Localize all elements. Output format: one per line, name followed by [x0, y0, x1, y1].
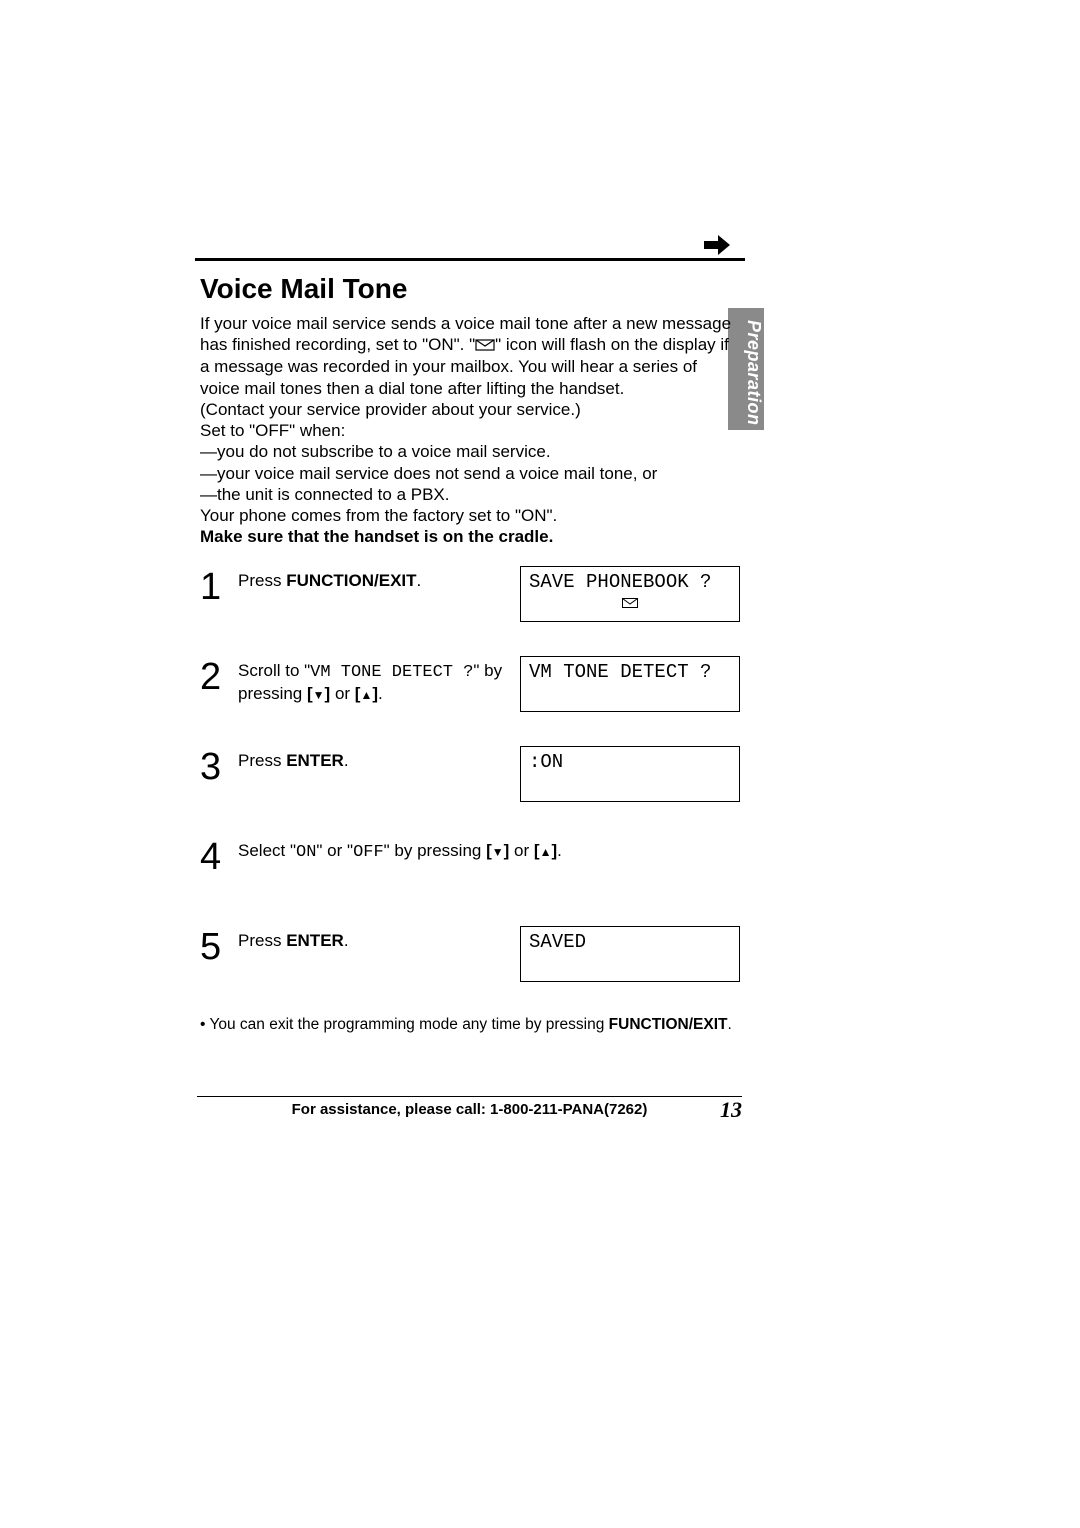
lcd-display: SAVE PHONEBOOK ? — [520, 566, 740, 622]
step-row: 3 Press ENTER. :ON — [200, 746, 740, 806]
step-keys: [▼] — [486, 841, 509, 860]
step-text: Press FUNCTION/EXIT. — [238, 566, 520, 591]
step-pre: Press — [238, 751, 286, 770]
step-post: . — [344, 751, 349, 770]
step-mono: VM TONE DETECT ? — [310, 663, 473, 682]
step-num: 2 — [200, 656, 238, 696]
mail-icon — [475, 335, 495, 356]
footer-rule — [197, 1096, 742, 1097]
step-num: 3 — [200, 746, 238, 786]
step-key: FUNCTION/EXIT — [286, 571, 416, 590]
step-pre: Press — [238, 931, 286, 950]
intro-p6: —the unit is connected to a PBX. — [200, 485, 449, 504]
step-num: 4 — [200, 836, 238, 876]
page-footer: For assistance, please call: 1-800-211-P… — [0, 1096, 1080, 1118]
intro-p5: —your voice mail service does not send a… — [200, 464, 657, 483]
step-row: 1 Press FUNCTION/EXIT. SAVE PHONEBOOK ? — [200, 566, 740, 626]
step-text: Press ENTER. — [238, 746, 520, 771]
mail-icon — [622, 592, 638, 615]
intro-p2: (Contact your service provider about you… — [200, 400, 581, 419]
step-num: 5 — [200, 926, 238, 966]
exit-note-post: . — [728, 1016, 732, 1033]
intro-bold-note: Make sure that the handset is on the cra… — [200, 527, 553, 546]
step-pre: Scroll to " — [238, 661, 310, 680]
step-mono: OFF — [353, 843, 384, 862]
lcd-display: VM TONE DETECT ? — [520, 656, 740, 712]
step-mid: " by pressing — [384, 841, 486, 860]
steps-list: 1 Press FUNCTION/EXIT. SAVE PHONEBOOK ? … — [200, 566, 740, 986]
lcd-text: :ON — [529, 751, 563, 773]
step-post: . — [557, 841, 562, 860]
lcd-text: SAVE PHONEBOOK ? — [529, 571, 711, 593]
step-key: ENTER — [286, 751, 344, 770]
lcd-display: :ON — [520, 746, 740, 802]
step-keys: [▼] — [307, 684, 330, 703]
intro-p3: Set to "OFF" when: — [200, 421, 345, 440]
step-text: Scroll to "VM TONE DETECT ?" by pressing… — [238, 656, 520, 705]
lcd-display: SAVED — [520, 926, 740, 982]
step-post: . — [344, 931, 349, 950]
step-text: Select "ON" or "OFF" by pressing [▼] or … — [238, 836, 740, 863]
intro-p4: —you do not subscribe to a voice mail se… — [200, 442, 551, 461]
step-row: 5 Press ENTER. SAVED — [200, 926, 740, 986]
page-title: Voice Mail Tone — [200, 273, 890, 305]
intro-p7: Your phone comes from the factory set to… — [200, 506, 557, 525]
step-post: . — [417, 571, 422, 590]
step-pre: Press — [238, 571, 286, 590]
exit-note-key: FUNCTION/EXIT — [609, 1016, 728, 1033]
exit-note: • You can exit the programming mode any … — [200, 1016, 890, 1034]
step-pre: Select " — [238, 841, 296, 860]
exit-note-text: • You can exit the programming mode any … — [200, 1016, 609, 1033]
lcd-text: VM TONE DETECT ? — [529, 661, 711, 683]
lcd-text: SAVED — [529, 931, 586, 953]
footer-text: For assistance, please call: 1-800-211-P… — [292, 1101, 648, 1118]
intro-block: If your voice mail service sends a voice… — [200, 313, 740, 548]
step-row: 2 Scroll to "VM TONE DETECT ?" by pressi… — [200, 656, 740, 716]
step-keys: [▲] — [534, 841, 557, 860]
step-row: 4 Select "ON" or "OFF" by pressing [▼] o… — [200, 836, 740, 896]
page-number: 13 — [720, 1097, 742, 1123]
step-or: or — [509, 841, 534, 860]
step-key: ENTER — [286, 931, 344, 950]
step-mono: ON — [296, 843, 316, 862]
step-keys: [▲] — [355, 684, 378, 703]
step-post: . — [378, 684, 383, 703]
step-mid: " or " — [316, 841, 353, 860]
step-num: 1 — [200, 566, 238, 606]
step-text: Press ENTER. — [238, 926, 520, 951]
